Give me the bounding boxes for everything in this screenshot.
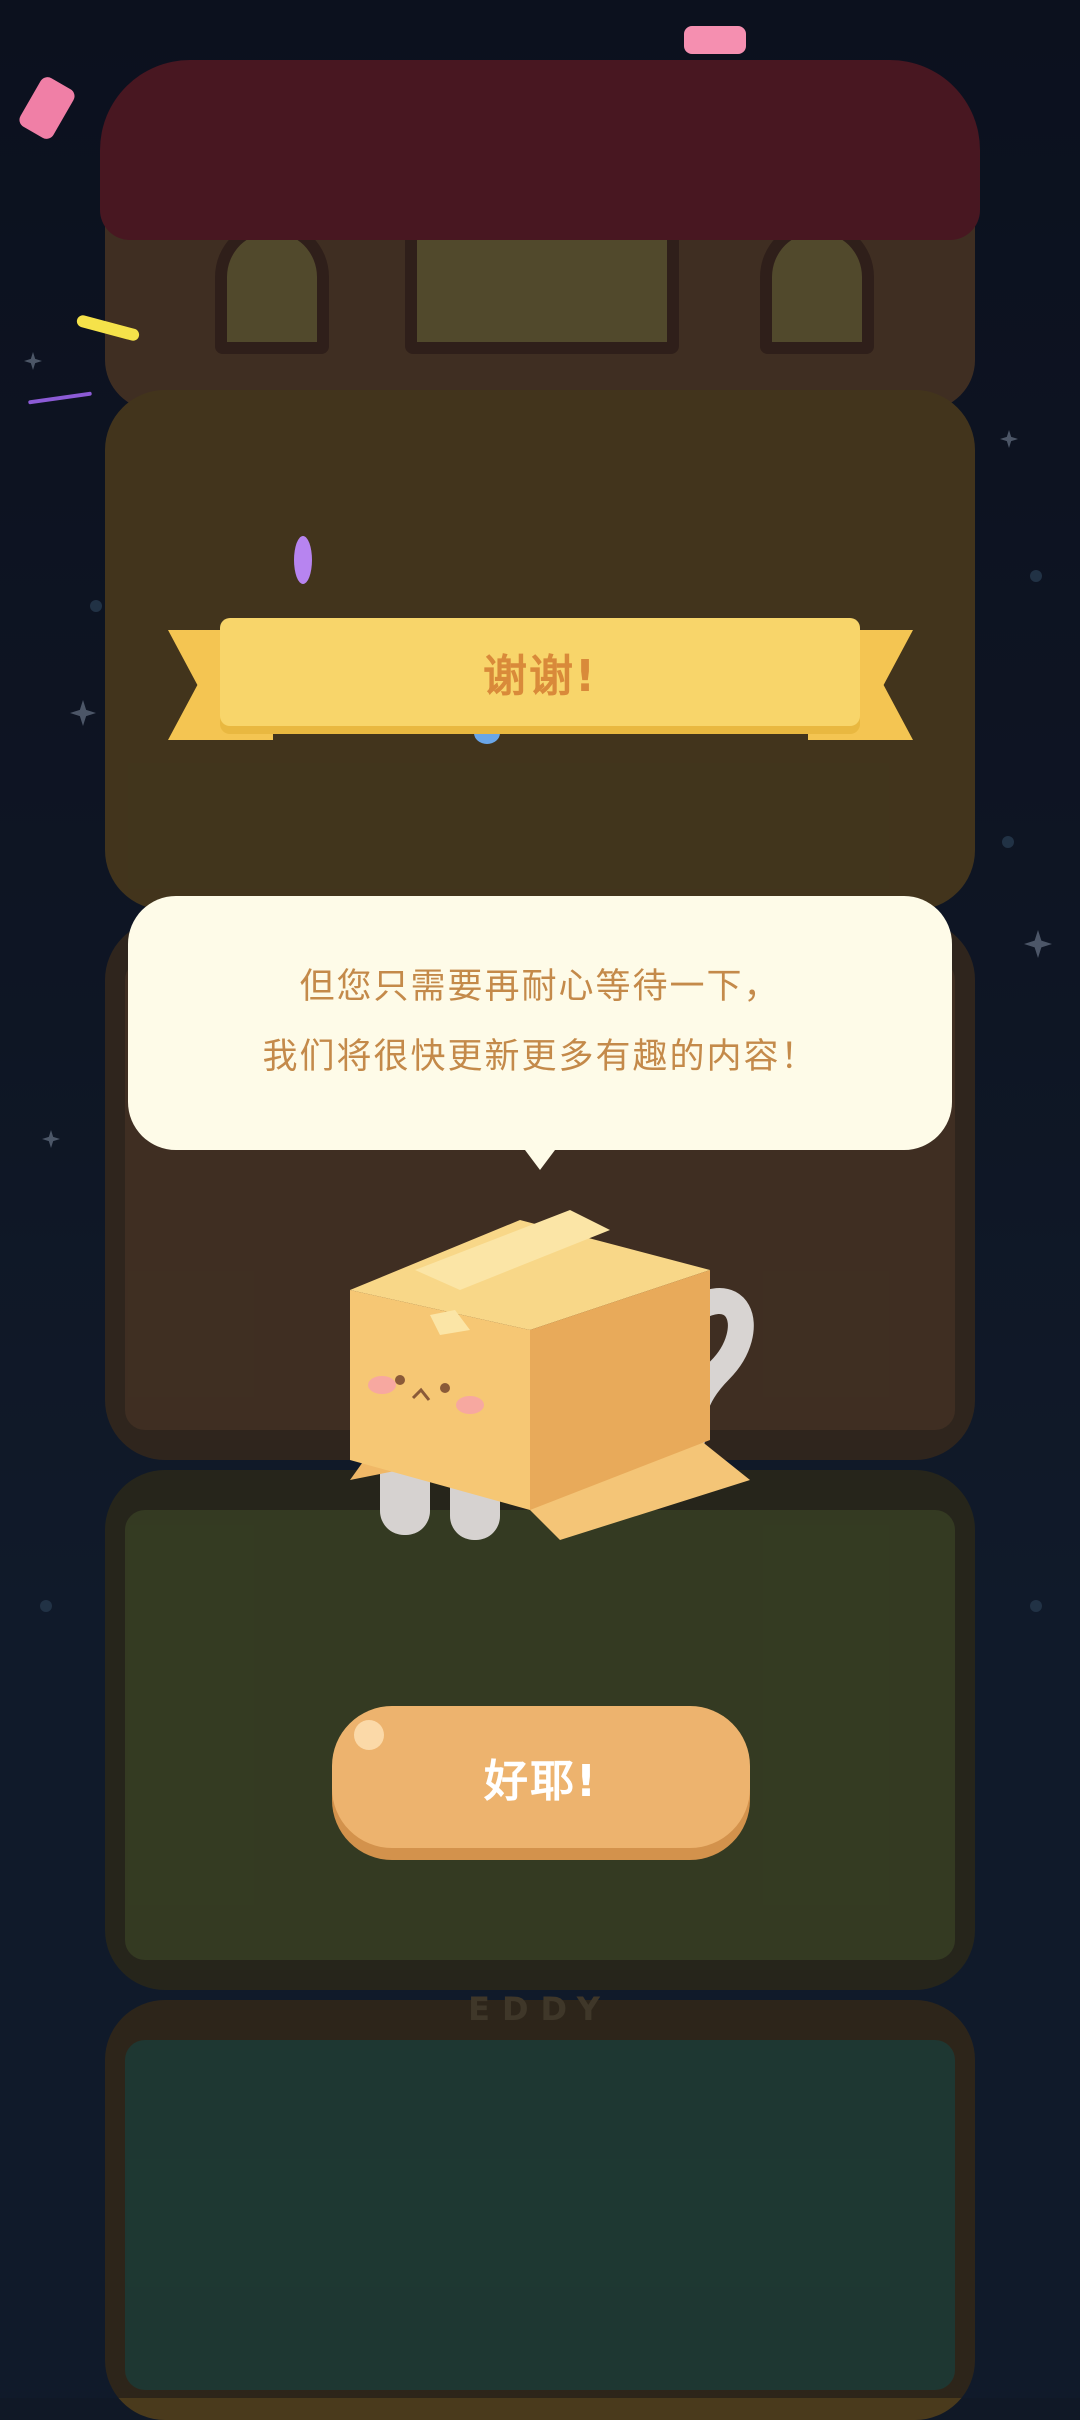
confirm-button-label: 好耶! <box>483 1756 599 1807</box>
message-line-2: 我们将很快更新更多有趣的内容！ <box>262 1037 818 1077</box>
confirm-button[interactable]: 好耶! <box>332 1706 750 1848</box>
speech-bubble: 但您只需要再耐心等待一下， 我们将很快更新更多有趣的内容！ <box>128 896 952 1150</box>
title-ribbon: 谢谢! <box>220 618 860 726</box>
confetti-piece <box>294 536 312 584</box>
dialog-title: 谢谢! <box>482 651 598 702</box>
confetti-piece <box>684 26 746 54</box>
button-shine <box>354 1720 384 1750</box>
dim-overlay <box>0 0 1080 2398</box>
box-cat-icon <box>350 1210 754 1540</box>
message-line-1: 但您只需要再耐心等待一下， <box>299 967 781 1007</box>
